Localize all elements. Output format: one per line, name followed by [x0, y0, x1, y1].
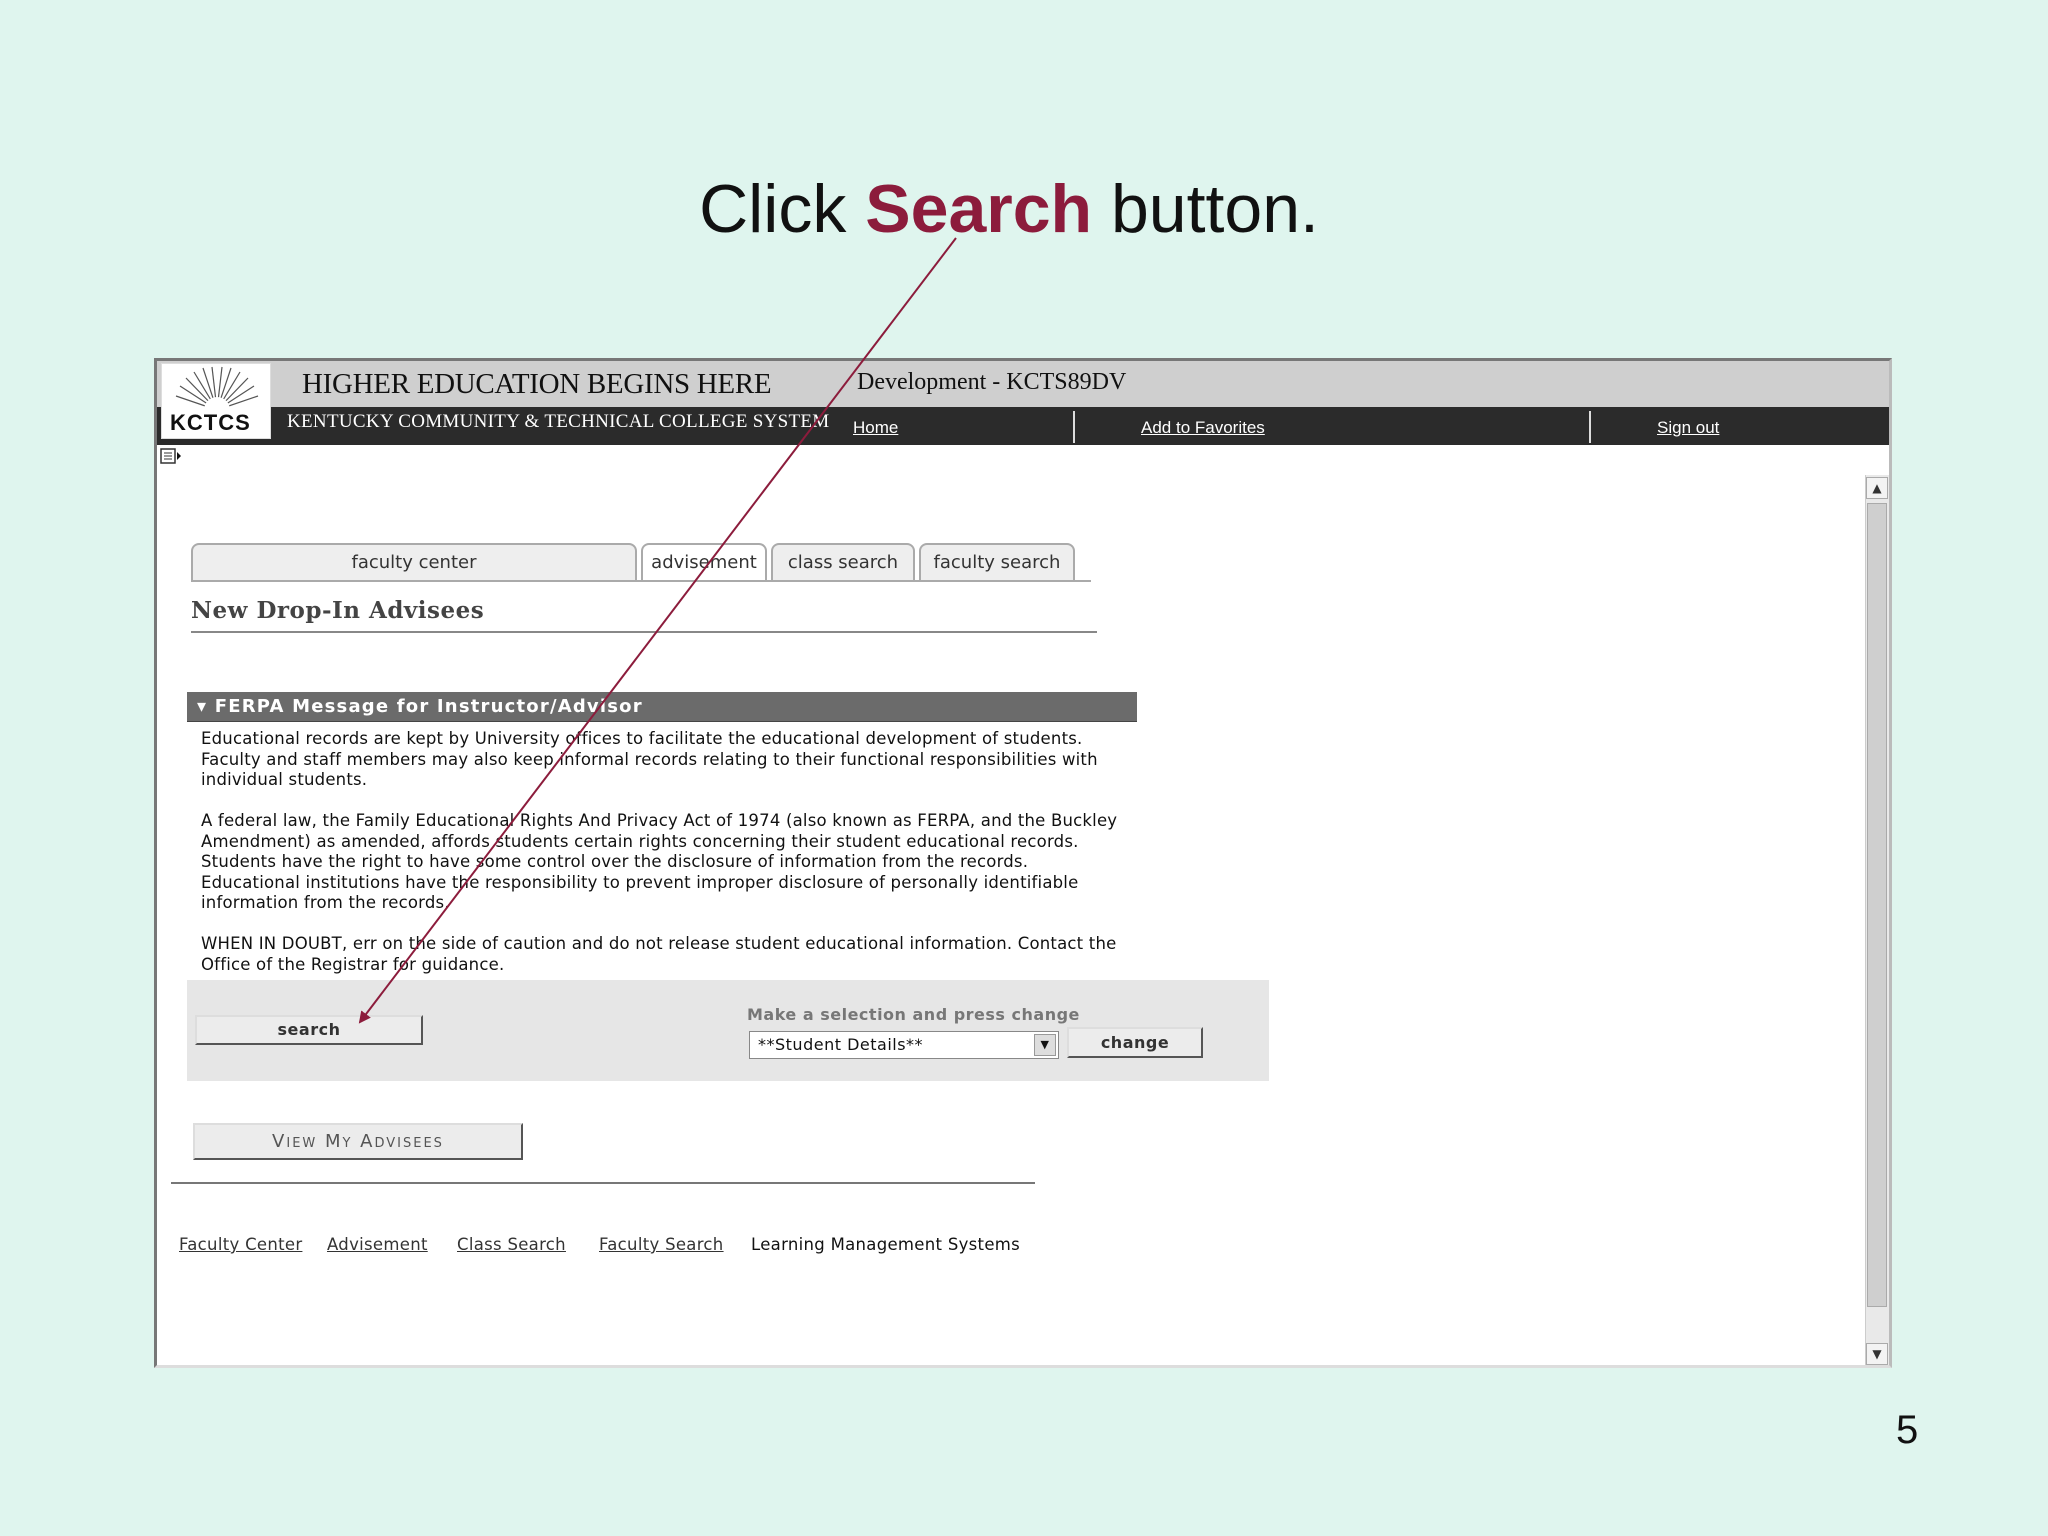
- title-suffix: button.: [1092, 171, 1319, 247]
- heading-divider: [191, 631, 1097, 633]
- search-button[interactable]: search: [195, 1015, 423, 1045]
- tab-advisement[interactable]: advisement: [641, 543, 767, 581]
- ferpa-header-label: FERPA Message for Instructor/Advisor: [214, 696, 643, 717]
- select-value: **Student Details**: [758, 1035, 924, 1054]
- select-label: Make a selection and press change: [747, 1005, 1080, 1024]
- footer-lms-text: Learning Management Systems: [751, 1235, 1021, 1254]
- scroll-thumb[interactable]: [1867, 503, 1887, 1307]
- footer-link-faculty-center[interactable]: Faculty Center: [179, 1235, 302, 1254]
- collapse-triangle-icon[interactable]: ▾: [197, 696, 207, 717]
- nav-sign-out-link[interactable]: Sign out: [1657, 418, 1719, 438]
- footer-link-class-search[interactable]: Class Search: [457, 1235, 566, 1254]
- ferpa-paragraph: Educational records are kept by Universi…: [201, 729, 1098, 789]
- nav-divider: [1589, 411, 1591, 443]
- footer-divider: [171, 1182, 1035, 1184]
- tagline: HIGHER EDUCATION BEGINS HERE: [302, 368, 772, 400]
- nav-home-link[interactable]: Home: [853, 418, 898, 438]
- page-title: New Drop-In Advisees: [191, 597, 485, 624]
- ferpa-section-header[interactable]: ▾ FERPA Message for Instructor/Advisor: [187, 692, 1137, 722]
- page-number: 5: [1896, 1408, 1919, 1452]
- scroll-up-icon[interactable]: ▲: [1866, 477, 1888, 499]
- logo-text: KCTCS: [170, 410, 251, 435]
- chevron-down-icon[interactable]: ▼: [1034, 1034, 1056, 1056]
- slide-title: Click Search button.: [0, 168, 2018, 250]
- tab-baseline: [191, 580, 1091, 582]
- nav-divider: [1073, 411, 1075, 443]
- tab-class-search[interactable]: class search: [771, 543, 915, 581]
- view-my-advisees-button[interactable]: View My Advisees: [193, 1123, 523, 1160]
- title-emphasis: Search: [865, 171, 1093, 247]
- tab-faculty-search[interactable]: faculty search: [919, 543, 1075, 581]
- change-button[interactable]: change: [1067, 1027, 1203, 1058]
- menu-toggle-icon[interactable]: [160, 447, 182, 467]
- scroll-down-icon[interactable]: ▼: [1866, 1343, 1888, 1365]
- nav-add-favorites-link[interactable]: Add to Favorites: [1141, 418, 1265, 438]
- sunburst-icon: [175, 366, 259, 414]
- title-prefix: Click: [699, 171, 866, 247]
- report-select[interactable]: **Student Details** ▼: [749, 1031, 1059, 1059]
- college-name: KENTUCKY COMMUNITY & TECHNICAL COLLEGE S…: [287, 411, 830, 432]
- environment-label: Development - KCTS89DV: [857, 369, 1127, 395]
- ferpa-paragraph: WHEN IN DOUBT, err on the side of cautio…: [201, 934, 1117, 974]
- ferpa-paragraph: A federal law, the Family Educational Ri…: [201, 811, 1118, 912]
- footer-link-faculty-search[interactable]: Faculty Search: [599, 1235, 724, 1254]
- vertical-scrollbar[interactable]: ▲ ▼: [1865, 475, 1889, 1365]
- tab-faculty-center[interactable]: faculty center: [191, 543, 637, 581]
- footer-link-advisement[interactable]: Advisement: [327, 1235, 428, 1254]
- ferpa-message: Educational records are kept by Universi…: [201, 729, 1121, 996]
- kctcs-logo[interactable]: KCTCS: [161, 363, 271, 439]
- screenshot-window: KCTCS HIGHER EDUCATION BEGINS HERE KENTU…: [154, 358, 1892, 1368]
